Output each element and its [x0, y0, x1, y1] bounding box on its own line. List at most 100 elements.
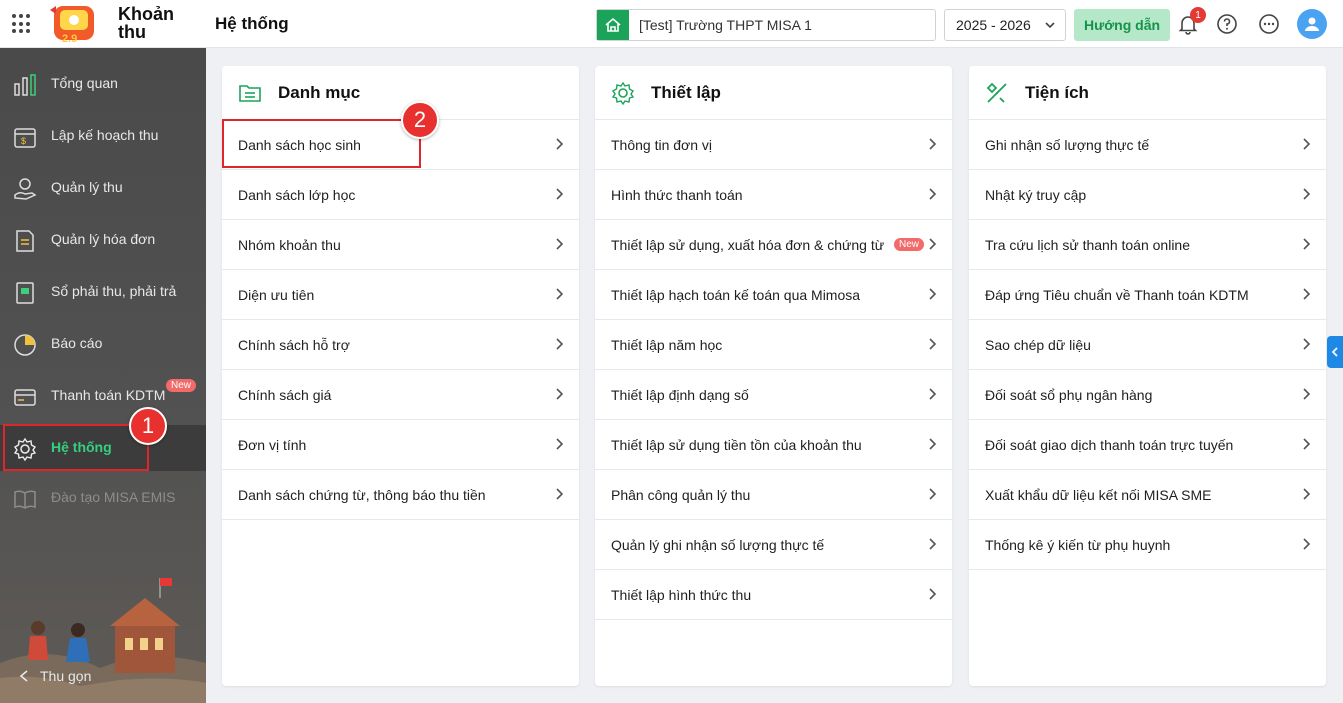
- chevron-right-icon: [1303, 538, 1311, 550]
- list-item[interactable]: Hình thức thanh toán: [595, 170, 952, 220]
- list-item[interactable]: Danh sách chứng từ, thông báo thu tiền: [222, 470, 579, 520]
- sidebar: Tổng quan $ Lập kế hoạch thu Quản lý thu…: [0, 48, 206, 703]
- chevron-right-icon: [929, 438, 937, 450]
- home-icon: [597, 10, 629, 40]
- list-item[interactable]: Nhật ký truy cập: [969, 170, 1326, 220]
- sidebar-item-invoice[interactable]: Quản lý hóa đơn: [0, 217, 206, 263]
- chevron-right-icon: [556, 488, 564, 500]
- list-item[interactable]: Thiết lập hạch toán kế toán qua Mimosa: [595, 270, 952, 320]
- top-bar: 2.9 Khoản thu Hệ thống [Test] Trường THP…: [0, 0, 1343, 48]
- invoice-icon: [16, 230, 34, 252]
- folder-list-icon: [239, 85, 261, 102]
- list-item[interactable]: Thông tin đơn vị: [595, 120, 952, 170]
- chevron-right-icon: [1303, 238, 1311, 250]
- tools-icon: [986, 82, 1007, 103]
- card-settings-header: Thiết lập: [595, 66, 952, 120]
- card-title: Tiện ích: [1025, 83, 1089, 102]
- ledger-book-icon: [16, 282, 34, 304]
- highlight-box-step2: [222, 119, 421, 168]
- notification-badge: 1: [1190, 7, 1206, 23]
- list-item[interactable]: Chính sách giá: [222, 370, 579, 420]
- card-title: Thiết lập: [651, 83, 721, 102]
- school-year-value: 2025 - 2026: [956, 17, 1031, 33]
- chevron-right-icon: [1303, 488, 1311, 500]
- side-panel-toggle[interactable]: [1327, 336, 1343, 368]
- sidebar-item-ledger[interactable]: Sổ phải thu, phải trả: [0, 269, 206, 315]
- list-item[interactable]: Đáp ứng Tiêu chuẩn về Thanh toán KDTM: [969, 270, 1326, 320]
- card-settings: Thiết lập Thông tin đơn vị Hình thức tha…: [595, 66, 952, 686]
- money-hand-icon: [14, 178, 37, 200]
- list-item[interactable]: Đơn vị tính: [222, 420, 579, 470]
- app-name: Khoản thu: [118, 4, 174, 42]
- step-1-marker: 1: [129, 407, 167, 445]
- list-item[interactable]: Nhóm khoản thu: [222, 220, 579, 270]
- chevron-right-icon: [929, 138, 937, 150]
- chevron-right-icon: [929, 238, 937, 250]
- chevron-down-icon: [1045, 22, 1055, 29]
- chevron-right-icon: [556, 138, 564, 150]
- list-item[interactable]: Sao chép dữ liệu: [969, 320, 1326, 370]
- sidebar-item-payment[interactable]: Thanh toán KDTM New: [0, 373, 206, 419]
- chevron-right-icon: [556, 238, 564, 250]
- help-icon[interactable]: [1216, 13, 1238, 35]
- sidebar-item-collection[interactable]: Quản lý thu: [0, 165, 206, 211]
- chevron-left-icon: [1331, 347, 1338, 357]
- list-item[interactable]: Ghi nhận số lượng thực tế: [969, 120, 1326, 170]
- chevron-right-icon: [1303, 288, 1311, 300]
- list-item[interactable]: Thiết lập định dạng số: [595, 370, 952, 420]
- list-item[interactable]: Thiết lập hình thức thu: [595, 570, 952, 620]
- sidebar-item-training[interactable]: Đào tạo MISA EMIS: [0, 475, 206, 521]
- sidebar-item-report[interactable]: Báo cáo: [0, 321, 206, 367]
- app-logo: 2.9: [50, 6, 94, 45]
- chevron-right-icon: [1303, 188, 1311, 200]
- chevron-right-icon: [929, 188, 937, 200]
- chevron-right-icon: [929, 388, 937, 400]
- chevron-right-icon: [929, 538, 937, 550]
- list-item[interactable]: Tra cứu lịch sử thanh toán online: [969, 220, 1326, 270]
- school-name: [Test] Trường THPT MISA 1: [639, 17, 812, 33]
- calendar-dollar-icon: $: [14, 128, 36, 148]
- list-item[interactable]: Diện ưu tiên: [222, 270, 579, 320]
- svg-text:2.9: 2.9: [62, 33, 77, 45]
- chevron-right-icon: [1303, 388, 1311, 400]
- more-icon[interactable]: [1258, 13, 1280, 35]
- list-item[interactable]: Chính sách hỗ trợ: [222, 320, 579, 370]
- chart-bars-icon: [14, 74, 36, 96]
- chevron-right-icon: [556, 388, 564, 400]
- step-2-marker: 2: [401, 101, 439, 139]
- highlight-box-step1: [3, 424, 149, 471]
- school-selector[interactable]: [Test] Trường THPT MISA 1: [596, 9, 936, 41]
- card-payment-icon: [14, 389, 36, 406]
- settings-icon: [611, 81, 635, 106]
- list-item[interactable]: Thống kê ý kiến từ phụ huynh: [969, 520, 1326, 570]
- new-badge: New: [166, 379, 197, 392]
- list-item[interactable]: Thiết lập năm học: [595, 320, 952, 370]
- chevron-right-icon: [929, 588, 937, 600]
- page-title: Hệ thống: [215, 14, 289, 33]
- list-item[interactable]: Quản lý ghi nhận số lượng thực tế: [595, 520, 952, 570]
- pie-chart-icon: [14, 334, 36, 356]
- chevron-right-icon: [929, 288, 937, 300]
- avatar[interactable]: [1297, 9, 1327, 39]
- guide-button[interactable]: Hướng dẫn: [1074, 9, 1170, 41]
- chevron-right-icon: [929, 338, 937, 350]
- school-year-select[interactable]: 2025 - 2026: [944, 9, 1066, 41]
- list-item[interactable]: Xuất khẩu dữ liệu kết nối MISA SME: [969, 470, 1326, 520]
- list-item[interactable]: Đối soát sổ phụ ngân hàng: [969, 370, 1326, 420]
- list-item[interactable]: Đối soát giao dịch thanh toán trực tuyến: [969, 420, 1326, 470]
- sidebar-item-overview[interactable]: Tổng quan: [0, 61, 206, 107]
- card-utilities-header: Tiện ích: [969, 66, 1326, 120]
- sidebar-item-plan[interactable]: $ Lập kế hoạch thu: [0, 113, 206, 159]
- chevron-right-icon: [556, 438, 564, 450]
- app-grid-icon[interactable]: [12, 14, 32, 34]
- list-item[interactable]: Thiết lập sử dụng, xuất hóa đơn & chứng …: [595, 220, 952, 270]
- chevron-right-icon: [1303, 138, 1311, 150]
- list-item[interactable]: Phân công quản lý thu: [595, 470, 952, 520]
- chevron-right-icon: [1303, 438, 1311, 450]
- collapse-sidebar-button[interactable]: Thu gọn: [18, 668, 91, 684]
- list-item[interactable]: Thiết lập sử dụng tiền tồn của khoản thu: [595, 420, 952, 470]
- chevron-right-icon: [556, 338, 564, 350]
- list-item[interactable]: Danh sách lớp học: [222, 170, 579, 220]
- chevron-right-icon: [929, 488, 937, 500]
- chevron-right-icon: [1303, 338, 1311, 350]
